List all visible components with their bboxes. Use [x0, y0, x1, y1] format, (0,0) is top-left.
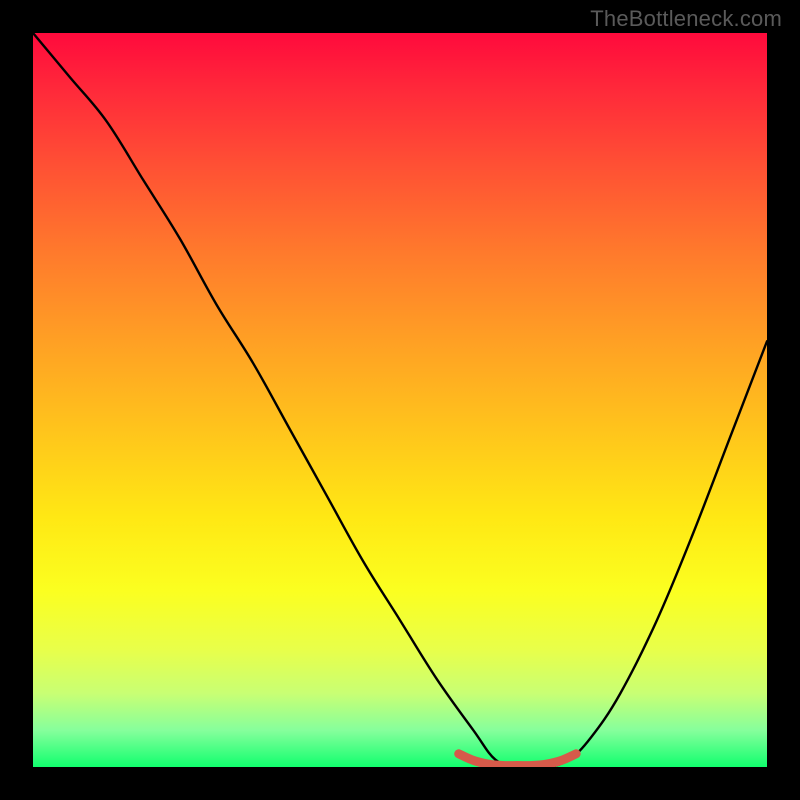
plot-area	[33, 33, 767, 767]
chart-frame: TheBottleneck.com	[0, 0, 800, 800]
bottleneck-curve	[33, 33, 767, 767]
curve-layer	[33, 33, 767, 767]
base-marker	[459, 754, 576, 766]
watermark-text: TheBottleneck.com	[590, 6, 782, 32]
